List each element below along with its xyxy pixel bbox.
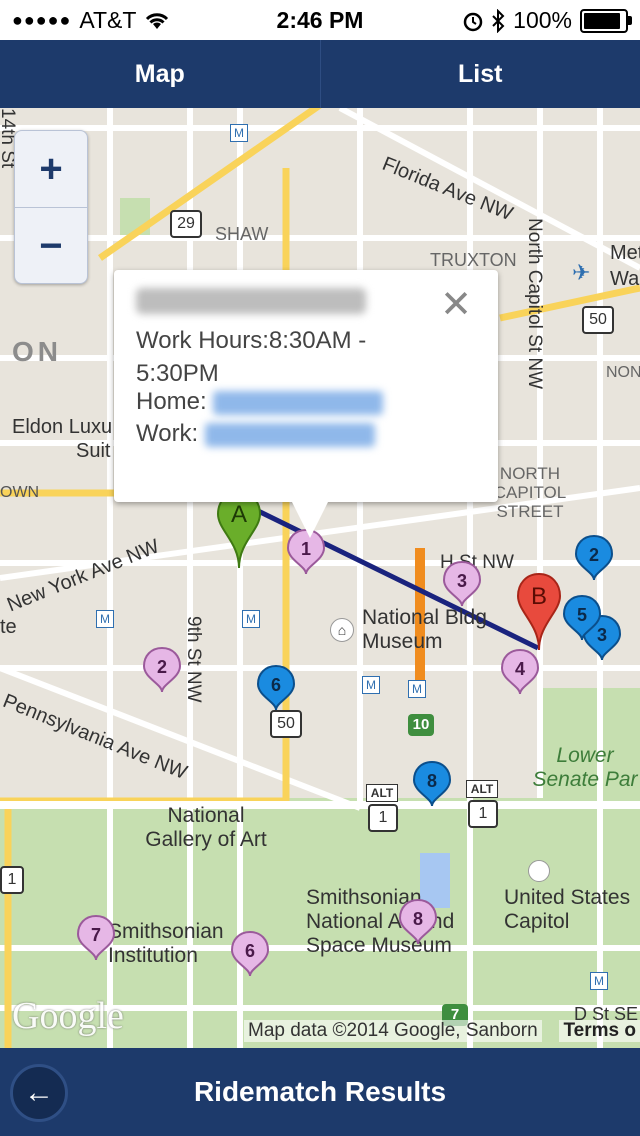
battery-percent: 100% [513,7,572,33]
label-on: ON [12,336,62,367]
label-smithsonian: Smithsonian Institution [108,920,224,967]
rider-name-redacted [136,288,366,314]
blue-marker-8[interactable]: 8 [412,760,452,808]
end-marker-label: B [531,583,547,610]
bluetooth-icon [492,8,505,33]
zoom-control: + − [14,130,88,284]
pink-marker-3[interactable]: 3 [442,560,482,608]
work-hours: Work Hours:8:30AM - 5:30PM [136,327,367,387]
label-war: War [610,268,640,290]
google-logo: Google [12,995,124,1037]
start-marker-label: A [231,501,247,528]
terms-link[interactable]: Terms o [559,1020,640,1042]
blue-marker-2-label: 2 [589,545,599,565]
blue-marker-2[interactable]: 2 [574,534,614,582]
airplane-icon: ✈ [572,260,591,285]
blue-marker-6[interactable]: 6 [256,664,296,712]
tab-list[interactable]: List [319,40,640,108]
start-marker-a[interactable]: A [216,490,262,570]
status-bar: ●●●●● AT&T 2:46 PM 100% [0,0,640,40]
landmark-icon [528,860,550,882]
pink-marker-3-label: 3 [457,571,467,591]
blue-marker-5-label: 5 [577,605,587,625]
pink-marker-7-label: 7 [91,925,101,945]
alt-shield-west: ALT [366,784,398,802]
alt-shield-east: ALT [466,780,498,798]
label-national-building-museum: National Bldg Museum [362,606,487,653]
blue-marker-8-label: 8 [427,771,437,791]
us-50-shield-east: 50 [582,306,614,334]
blue-marker-5[interactable]: 5 [562,594,602,642]
label-north-capitol-street: NORTH CAPITOL STREET [493,464,567,521]
pink-marker-2-label: 2 [157,657,167,677]
label-national-gallery: National Gallery of Art [145,804,267,851]
us-1-shield-west: 1 [368,804,398,832]
home-phone-redacted[interactable] [213,390,384,415]
page-title: Ridematch Results [193,1076,447,1107]
label-north-capitol: North Capitol St NW [524,218,545,390]
pink-marker-1-label: 1 [301,539,311,559]
zoom-out-button[interactable]: − [15,207,87,284]
bottom-bar: ← Ridematch Results [0,1048,640,1136]
blue-marker-6-label: 6 [271,675,281,695]
label-own: OWN [0,484,40,501]
metro-icon: M [408,680,426,698]
label-non: NON [606,364,640,381]
label-te: te [0,616,17,638]
pink-marker-4[interactable]: 4 [500,648,540,696]
pink-marker-2[interactable]: 2 [142,646,182,694]
zoom-in-button[interactable]: + [15,131,87,207]
label-truxton: TRUXTON [430,250,517,270]
pink-marker-6-label: 6 [245,941,255,961]
metro-icon: M [96,610,114,628]
map-view[interactable]: 14th St Florida Ave NW SHAW TRUXTON Nort… [0,108,640,1048]
museum-icon: ⌂ [330,618,354,642]
label-met: Met [610,242,640,264]
label-shaw: SHAW [215,224,269,244]
us-50-shield: 50 [270,710,302,738]
home-label: Home: [136,388,207,415]
label-us-capitol: United States Capitol [504,886,631,933]
metro-icon: M [590,972,608,990]
label-lower-senate-park: Lower Senate Par [532,744,638,791]
end-marker-b[interactable]: B [516,572,562,652]
work-phone-redacted[interactable] [204,422,375,447]
view-tabs: Map List [0,40,640,108]
us-1-shield-east: 1 [468,800,498,828]
label-air-and-space: Smithsonian National Air and Space Museu… [306,886,455,957]
label-9th-street: 9th St NW [183,616,204,703]
info-popup: ✕ Work Hours:8:30AM - 5:30PM Home: Work: [114,270,498,538]
alarm-clock-icon [463,12,483,31]
route-10-shield: 10 [408,714,434,736]
metro-icon: M [362,676,380,694]
pink-marker-8-label: 8 [413,909,423,929]
label-suit: Suit [76,440,111,462]
close-icon[interactable]: ✕ [440,286,472,324]
pink-marker-6[interactable]: 6 [230,930,270,978]
map-copyright: Map data ©2014 Google, Sanborn [244,1020,542,1042]
battery-icon [580,8,632,33]
tab-map[interactable]: Map [0,40,320,108]
us-29-shield: 29 [170,210,202,238]
label-eldon: Eldon Luxu [12,416,113,438]
pink-marker-8[interactable]: 8 [398,898,438,946]
metro-icon: M [230,124,248,142]
metro-icon: M [242,610,260,628]
us-1-shield-left: 1 [0,866,24,894]
pink-marker-7[interactable]: 7 [76,914,116,962]
work-label: Work: [136,420,199,447]
pink-marker-4-label: 4 [515,659,525,679]
